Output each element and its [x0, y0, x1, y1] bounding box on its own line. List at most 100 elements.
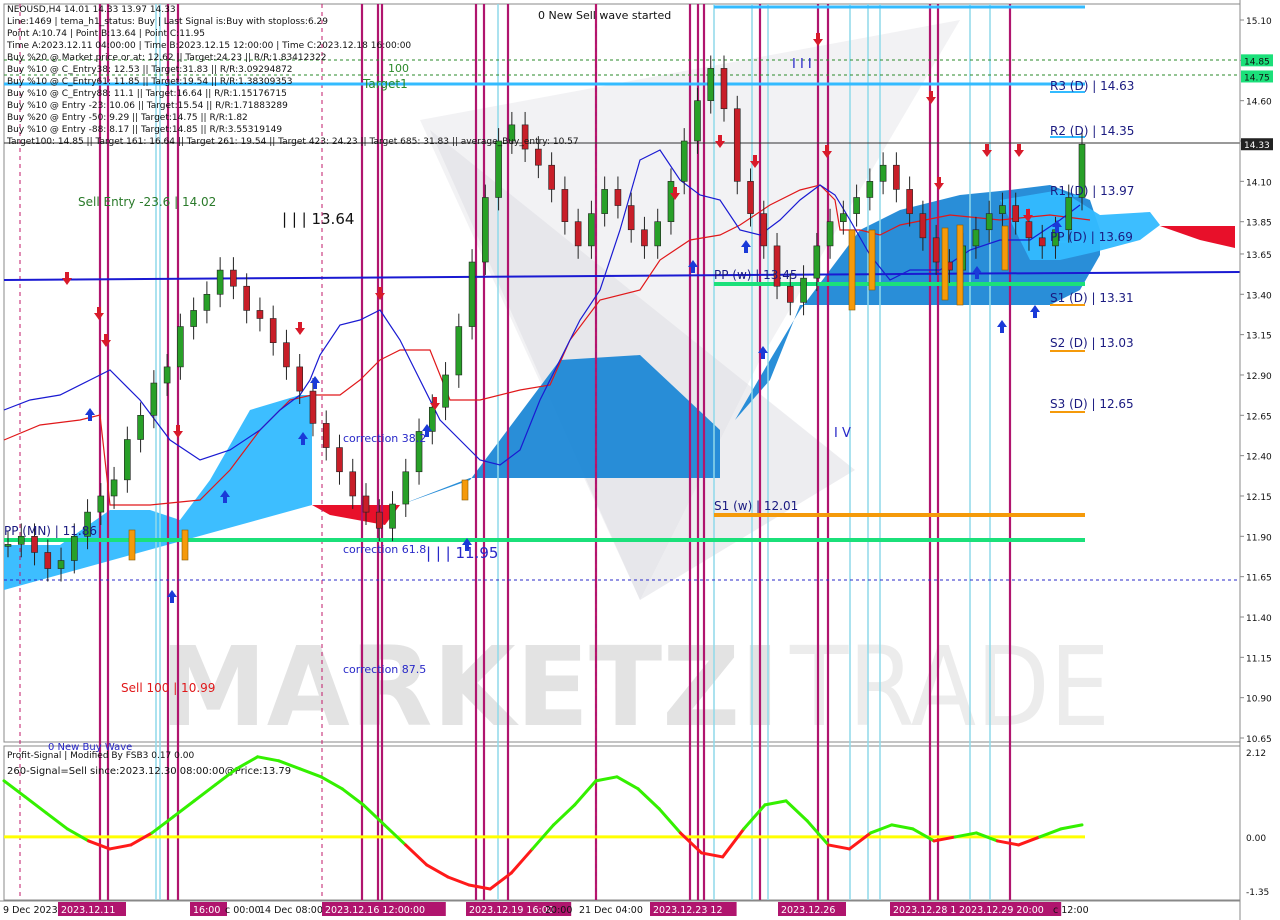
correction-61-label: correction 61.8	[343, 543, 426, 556]
price-tick-label: 10.90	[1246, 695, 1272, 705]
price-axis: 15.1014.8514.6014.3514.1013.8513.6513.40…	[1239, 0, 1280, 920]
info-line: Time A:2023.12.11 04:00:00 | Time B:2023…	[6, 41, 411, 51]
indicator-status: 260-Signal=Sell since:2023.12.30 08:00:0…	[7, 766, 291, 777]
price-tick-label: 13.65	[1246, 251, 1272, 261]
candle-body	[362, 495, 370, 513]
candle-body	[1012, 205, 1020, 222]
price-tick-label: 12.90	[1246, 372, 1272, 382]
level-label: S3 (D) | 12.65	[1050, 397, 1134, 411]
candle-body	[468, 261, 476, 327]
candle-body	[31, 536, 38, 553]
indicator-tick-label: -1.35	[1246, 888, 1269, 898]
price-tick-label: 12.15	[1246, 493, 1272, 503]
correction-38-label: correction 38.2	[343, 432, 426, 445]
candle-body	[1065, 197, 1073, 231]
candle-body	[269, 318, 277, 343]
price-tick-label: 11.15	[1246, 654, 1272, 664]
candle-body	[680, 140, 688, 182]
orange-candle-body	[181, 529, 189, 561]
time-label: c 12:00	[1053, 905, 1089, 916]
orange-candle-body	[461, 479, 469, 501]
candle-body	[44, 552, 52, 569]
indicator-tick-label: 2.12	[1246, 749, 1266, 759]
candle-body	[733, 108, 741, 182]
candle-body	[800, 277, 807, 303]
candle-body	[256, 310, 264, 319]
time-label: 20:00	[545, 905, 572, 916]
candle-body	[574, 221, 582, 247]
candle-body	[601, 189, 608, 214]
price-tick-label: 12.65	[1246, 412, 1272, 422]
level-label: S1 (w) | 12.01	[714, 499, 798, 513]
price-tick-label: 11.90	[1246, 533, 1272, 543]
level-label: R3 (D) | 14.63	[1050, 79, 1134, 93]
candle-body	[627, 205, 635, 231]
candle-body	[124, 439, 131, 481]
candle-body	[826, 221, 834, 247]
candle-body	[70, 536, 78, 561]
time-label: c 00:00	[225, 905, 261, 916]
info-line: Buy %20 @ Entry -50: 9.29 || Target:14.7…	[7, 113, 248, 123]
price-badge-label: 14.33	[1244, 141, 1270, 151]
candle-body	[972, 229, 980, 247]
candle-body	[349, 471, 357, 497]
candle-body	[150, 382, 158, 416]
info-line: Buy %10 @ Entry -23: 10.06 || Target:15.…	[7, 101, 288, 111]
price-tick-label: 13.85	[1246, 219, 1272, 229]
info-line: Line:1469 | tema_h1_status: Buy | Last S…	[7, 17, 328, 27]
price-badge-label: 14.85	[1244, 57, 1270, 67]
candle-body	[853, 197, 860, 214]
level-label: S2 (D) | 13.03	[1050, 336, 1134, 350]
watermark-word-1: MARKETZI	[160, 623, 780, 751]
time-label: 14 Dec 08:00	[259, 905, 323, 916]
candle-body	[614, 189, 622, 206]
info-line: Buy %10 @ C_Entry88: 11.1 || Target:16.6…	[7, 89, 287, 99]
info-line: Buy %10 @ Entry -88: 8.17 || Target:14.8…	[7, 125, 282, 135]
candle-body	[137, 415, 144, 440]
candle-body	[932, 237, 940, 263]
target1-label: Target1	[362, 77, 408, 91]
candle-body	[442, 374, 449, 408]
time-label: 2023.12.23 12	[653, 905, 723, 916]
price-tick-label: 13.40	[1246, 291, 1272, 301]
wave-iv-label: I V	[834, 426, 851, 441]
info-line: Buy %20 @ Market price or at: 12.62 || T…	[7, 53, 327, 63]
orange-candle-body	[868, 229, 876, 291]
candle-body	[216, 269, 224, 295]
candle-body	[283, 342, 290, 368]
candle-body	[402, 471, 410, 505]
info-line: Buy %10 @ C_Entry61: 11.85 || Target:19.…	[7, 77, 293, 87]
candle-body	[840, 213, 847, 222]
price-tick-label: 14.10	[1246, 178, 1272, 188]
time-label: 2023.12.28 12	[893, 905, 963, 916]
candle-body	[694, 100, 701, 142]
watermark: MARKETZI TRADE	[160, 623, 1110, 751]
time-label: 2023.12.29 20:00	[959, 905, 1044, 916]
wave-iii-label: I I I	[792, 57, 812, 72]
point-b-label: | | | 13.64	[282, 210, 354, 228]
info-line: Point A:10.74 | Point B:13.64 | Point C:…	[7, 29, 205, 39]
price-tick-label: 15.10	[1246, 17, 1272, 27]
candle-body	[588, 213, 595, 247]
level-label: S1 (D) | 13.31	[1050, 291, 1134, 305]
orange-candle-body	[941, 227, 949, 301]
orange-candle-body	[128, 529, 136, 561]
orange-candle-body	[848, 229, 856, 311]
time-label: 16:00	[193, 905, 220, 916]
candle-body	[786, 285, 794, 303]
candle-body	[322, 423, 330, 448]
price-tick-label: 14.60	[1246, 98, 1272, 108]
info-line: NEOUSD,H4 14.01 14.33 13.97 14.33	[7, 5, 176, 15]
candle-body	[1025, 221, 1033, 239]
candle-body	[720, 68, 728, 110]
chart-canvas: MARKETZI TRADE 0 New Sell wave started Se…	[0, 0, 1280, 920]
level-label: R1 (D) | 13.97	[1050, 184, 1134, 198]
price-tick-label: 11.65	[1246, 574, 1272, 584]
candle-body	[813, 245, 821, 279]
info-line: Buy %10 @ C_Entry38: 12.53 || Target:31.…	[7, 65, 293, 75]
level-label: PP (w) | 13.45	[714, 268, 798, 282]
candle-body	[97, 495, 105, 513]
time-label: 9 Dec 2023	[3, 905, 58, 916]
candle-body	[389, 503, 396, 529]
time-label: 21 Dec 04:00	[579, 905, 643, 916]
